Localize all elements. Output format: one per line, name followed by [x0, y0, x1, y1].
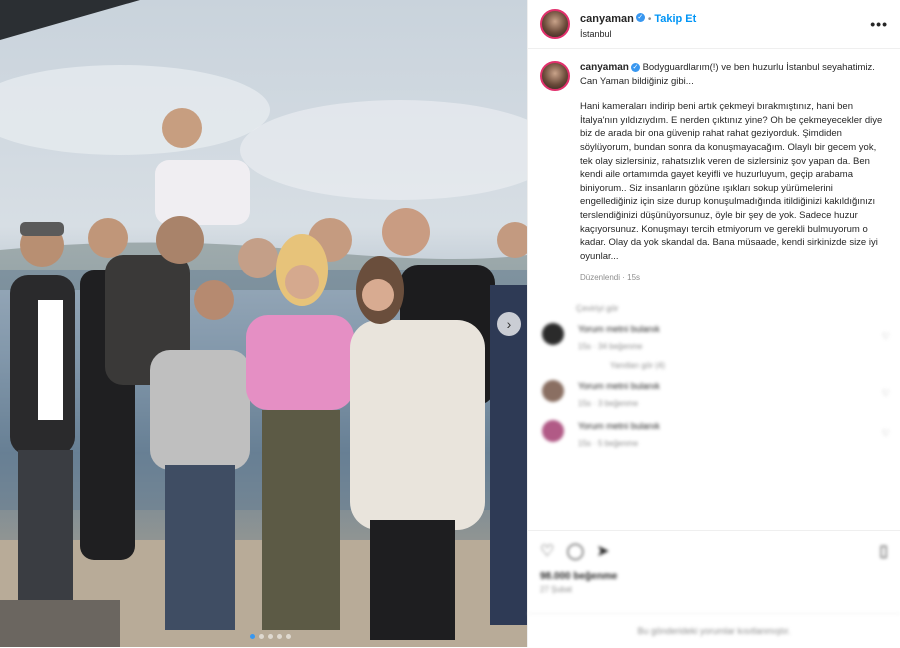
header-info: canyaman ✓ • Takip Et İstanbul: [580, 9, 696, 40]
carousel-dot: [268, 634, 273, 639]
action-icons: ♡ ◯ ➤ ▯: [528, 531, 900, 561]
username[interactable]: canyaman: [580, 13, 634, 25]
comment-meta: 15s · 3 beğenme: [578, 398, 639, 408]
post-actions: ♡ ◯ ➤ ▯ 98.000 beğenme 27 Şubat Bu gönde…: [528, 530, 900, 648]
comment-meta: 15s · 5 beğenme: [578, 438, 639, 448]
caption-text: Hani kameraları indirip beni artık çekme…: [580, 101, 883, 262]
likes-count[interactable]: 98.000 beğenme: [528, 561, 900, 582]
comment-meta: 15s · 34 beğenme: [578, 341, 643, 351]
like-icon[interactable]: ♡: [540, 541, 554, 561]
comment-avatar[interactable]: [542, 419, 564, 442]
view-replies-link[interactable]: Yanıtları gör (4): [610, 361, 900, 370]
bookmark-icon[interactable]: ▯: [879, 541, 888, 561]
group-photo-illustration: [0, 0, 527, 647]
caption-username[interactable]: canyaman: [580, 62, 629, 73]
next-image-button[interactable]: ›: [497, 312, 521, 336]
edited-label: Düzenlendi · 15s: [580, 273, 641, 283]
carousel-dot: [259, 634, 264, 639]
post-side-panel: canyaman ✓ • Takip Et İstanbul ••• canyaman…: [527, 0, 900, 648]
avatar[interactable]: [540, 9, 570, 39]
caption: canyaman ✓ Bodyguardlarım(!) ve ben huzur…: [528, 49, 900, 285]
comment-avatar[interactable]: [542, 379, 564, 402]
comment-avatar[interactable]: [542, 322, 564, 345]
comment-text: Yorum metni bulanık: [578, 323, 660, 334]
carousel-dots: [250, 634, 291, 639]
share-icon[interactable]: ➤: [596, 541, 609, 561]
location-link[interactable]: İstanbul: [580, 29, 696, 39]
heart-icon[interactable]: ♡: [882, 331, 890, 342]
carousel-dot: [286, 634, 291, 639]
comment-item: Yorum metni bulanık 15s · 3 beğenme ♡: [528, 379, 900, 410]
verified-badge-icon: ✓: [630, 62, 640, 72]
follow-button[interactable]: Takip Et: [654, 13, 696, 25]
see-translation-link[interactable]: Çeviriyi gör: [576, 303, 900, 313]
heart-icon[interactable]: ♡: [882, 388, 890, 399]
avatar[interactable]: [540, 61, 570, 91]
comment-icon[interactable]: ◯: [566, 541, 584, 561]
verified-badge-icon: ✓: [635, 12, 645, 22]
comment-restricted-notice: Bu gönderideki yorumlar kısıtlanmıştır.: [528, 613, 900, 648]
carousel-dot: [250, 634, 255, 639]
comment-item: Yorum metni bulanık 15s · 5 beğenme ♡: [528, 419, 900, 450]
more-horizontal-icon[interactable]: •••: [870, 16, 888, 32]
heart-icon[interactable]: ♡: [882, 428, 890, 439]
comment-text: Yorum metni bulanık: [578, 420, 660, 431]
post-date: 27 Şubat: [540, 585, 573, 594]
caption-body: canyaman ✓ Bodyguardlarım(!) ve ben huzur…: [580, 61, 885, 285]
post-header: canyaman ✓ • Takip Et İstanbul •••: [528, 0, 900, 49]
comment-text: Yorum metni bulanık: [578, 380, 660, 391]
comment-item: Yorum metni bulanık 15s · 34 beğenme ♡: [528, 322, 900, 353]
post-photo: ›: [0, 0, 527, 647]
separator-dot: •: [647, 13, 652, 25]
carousel-dot: [277, 634, 282, 639]
